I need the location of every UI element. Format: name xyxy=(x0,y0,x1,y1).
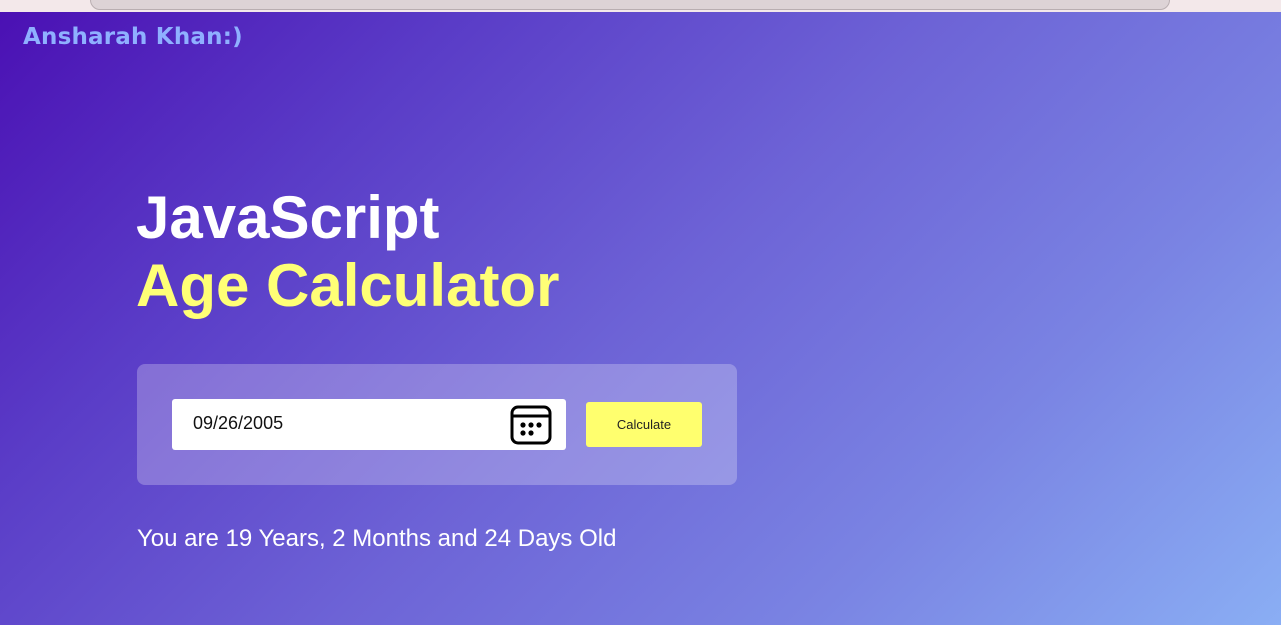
page-subtitle: Age Calculator xyxy=(136,252,560,319)
page-title: JavaScript xyxy=(136,184,440,251)
browser-toolbar-strip xyxy=(0,0,1281,12)
calendar-icon[interactable] xyxy=(509,403,553,447)
browser-address-bar[interactable] xyxy=(90,0,1170,10)
hero-heading: JavaScript Age Calculator xyxy=(136,188,559,316)
calculator-card: 09/26/2005 Calculate xyxy=(137,364,737,485)
age-result-text: You are 19 Years, 2 Months and 24 Days O… xyxy=(137,525,617,552)
brand-name: Ansharah Khan:) xyxy=(23,24,243,50)
birthdate-input[interactable]: 09/26/2005 xyxy=(172,399,566,450)
calculate-button[interactable]: Calculate xyxy=(586,402,702,447)
birthdate-value: 09/26/2005 xyxy=(193,413,284,433)
